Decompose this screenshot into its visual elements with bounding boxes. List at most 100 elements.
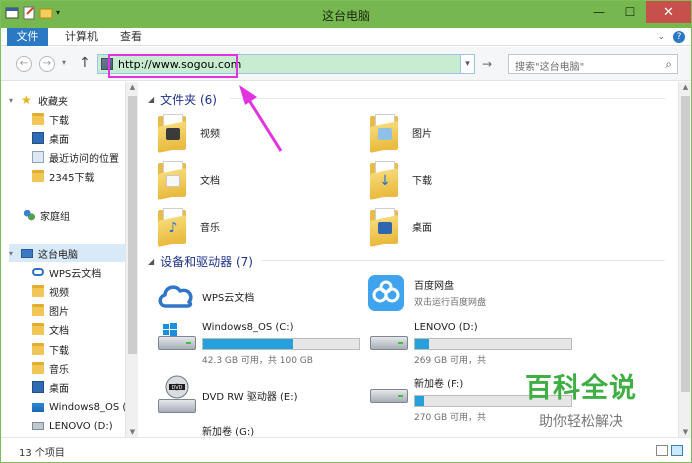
status-bar: 13 个项目	[1, 437, 691, 462]
drive-d[interactable]: LENOVO (D:) 269 GB 可用，共	[368, 320, 572, 366]
recent-locations-icon[interactable]: ▾	[62, 58, 66, 67]
sidebar-item-downloads-2[interactable]: 下载	[32, 340, 69, 358]
scroll-down-icon[interactable]: ▼	[679, 428, 691, 436]
view-switcher	[656, 445, 683, 456]
content-scroll-thumb[interactable]	[681, 96, 690, 392]
music-folder-icon: ♪	[158, 208, 186, 247]
watermark-subtitle: 助你轻松解决	[539, 414, 623, 430]
app-name: 百度网盘	[414, 281, 454, 292]
sidebar-item-favorites[interactable]: ▾ ★ 收藏夹	[9, 91, 68, 109]
sidebar-item-label: Windows8_OS (	[49, 401, 127, 413]
title-bar: ▾ 这台电脑 — ☐ ✕	[1, 1, 691, 28]
maximize-button[interactable]: ☐	[615, 1, 645, 23]
sidebar-item-documents[interactable]: 文档	[32, 320, 69, 338]
forward-button[interactable]: →	[39, 56, 55, 72]
tiles-view-icon[interactable]	[671, 445, 683, 456]
sidebar-item-downloads[interactable]: 下载	[32, 110, 69, 128]
sidebar-item-drive-d[interactable]: LENOVO (D:)	[32, 417, 113, 435]
help-icon[interactable]: ?	[673, 31, 685, 43]
watermark: 百科全说 助你轻松解决	[501, 366, 661, 436]
drive-size: 269 GB 可用，共	[414, 356, 487, 366]
tab-file[interactable]: 文件	[7, 28, 48, 46]
sidebar-item-desktop[interactable]: 桌面	[32, 129, 69, 147]
folder-videos[interactable]: 视频	[158, 109, 220, 155]
go-arrow-button[interactable]: →	[479, 56, 495, 72]
svg-text:DVD: DVD	[171, 385, 182, 391]
scroll-up-icon[interactable]: ▲	[126, 83, 139, 91]
group-title: 设备和驱动器 (7)	[160, 255, 253, 269]
folder-label: 视频	[200, 128, 220, 140]
sidebar-item-label: 2345下载	[49, 172, 95, 184]
address-history-dropdown[interactable]: ▾	[460, 55, 474, 73]
tab-view[interactable]: 查看	[120, 28, 142, 46]
folder-icon	[32, 323, 44, 335]
baidu-netdisk-item[interactable]: 百度网盘 双击运行百度网盘	[368, 275, 486, 315]
content-scrollbar[interactable]: ▲ ▼	[678, 82, 691, 437]
scroll-down-icon[interactable]: ▼	[126, 428, 139, 436]
video-folder-icon	[158, 114, 186, 153]
devices-group-header[interactable]: ◢ 设备和驱动器 (7)	[148, 253, 253, 270]
wps-cloud-item[interactable]: WPS云文档	[156, 278, 254, 318]
sidebar-item-label: 视频	[49, 287, 69, 299]
drive-c[interactable]: Windows8_OS (C:) 42.3 GB 可用，共 100 GB	[156, 320, 360, 366]
up-button[interactable]: ↑	[79, 55, 91, 71]
folder-label: 桌面	[412, 222, 432, 234]
sidebar-item-pictures[interactable]: 图片	[32, 301, 69, 319]
scroll-up-icon[interactable]: ▲	[679, 83, 691, 91]
search-icon[interactable]: ⌕	[665, 57, 672, 72]
folder-icon	[32, 343, 44, 355]
folder-pictures[interactable]: 图片	[370, 109, 432, 155]
sidebar-item-homegroup[interactable]: 家庭组	[23, 206, 70, 224]
drive-e-dvd[interactable]: DVD DVD RW 驱动器 (E:)	[156, 375, 298, 415]
sidebar-item-this-pc[interactable]: ▾ 这台电脑	[9, 244, 125, 262]
search-box[interactable]: 搜索"这台电脑" ⌕	[508, 54, 678, 74]
folder-documents[interactable]: 文档	[158, 156, 220, 202]
sidebar-item-label: 下载	[49, 115, 69, 127]
search-placeholder[interactable]: 搜索"这台电脑"	[515, 58, 584, 73]
sidebar-item-label: 图片	[49, 306, 69, 318]
folders-group-header[interactable]: ◢ 文件夹 (6)	[148, 91, 217, 108]
drive-g[interactable]: 新加卷 (G:)	[156, 417, 254, 438]
sidebar-scrollbar[interactable]: ▲ ▼	[125, 82, 138, 437]
sidebar-item-recent[interactable]: 最近访问的位置	[32, 148, 119, 166]
minimize-button[interactable]: —	[584, 1, 614, 23]
drive-usage-fill	[415, 339, 430, 349]
folder-icon	[32, 170, 44, 182]
app-name: WPS云文档	[202, 293, 255, 304]
collapse-arrow-icon[interactable]: ▾	[9, 96, 17, 105]
collapse-group-icon[interactable]: ◢	[148, 95, 154, 104]
folder-downloads[interactable]: ↓ 下载	[370, 156, 432, 202]
folder-label: 图片	[412, 128, 432, 140]
sidebar-item-2345-downloads[interactable]: 2345下载	[32, 167, 94, 185]
recent-icon	[32, 151, 44, 163]
sidebar-item-music[interactable]: 音乐	[32, 359, 69, 377]
details-view-icon[interactable]	[656, 445, 668, 456]
expand-ribbon-icon[interactable]: ⌄	[657, 32, 665, 42]
group-title: 文件夹 (6)	[160, 93, 217, 107]
item-count: 13 个项目	[19, 448, 65, 459]
sidebar-item-label: 桌面	[49, 383, 69, 395]
back-button[interactable]: ←	[16, 56, 32, 72]
sidebar-scroll-thumb[interactable]	[128, 96, 137, 354]
windows-drive-icon	[32, 402, 44, 412]
cloud-icon	[156, 278, 198, 318]
folder-music[interactable]: ♪ 音乐	[158, 203, 220, 249]
tab-computer[interactable]: 计算机	[65, 28, 98, 46]
dvd-drive-icon: DVD	[156, 375, 198, 415]
group-divider	[262, 260, 665, 261]
drive-icon	[32, 422, 44, 430]
close-button[interactable]: ✕	[646, 1, 691, 23]
sidebar-item-videos[interactable]: 视频	[32, 282, 69, 300]
folder-icon	[32, 304, 44, 316]
collapse-group-icon[interactable]: ◢	[148, 257, 154, 266]
sidebar-item-drive-c[interactable]: Windows8_OS (	[32, 398, 126, 416]
desktop-icon	[32, 381, 44, 393]
folder-desktop[interactable]: 桌面	[370, 203, 432, 249]
sidebar-item-label: LENOVO (D:)	[49, 420, 113, 432]
folder-label: 音乐	[200, 222, 220, 234]
sidebar-item-wps-cloud[interactable]: WPS云文档	[32, 263, 101, 281]
collapse-arrow-icon[interactable]: ▾	[9, 249, 17, 258]
sidebar-item-label: 收藏夹	[38, 96, 68, 108]
sidebar-item-label: WPS云文档	[49, 268, 102, 280]
sidebar-item-desktop-2[interactable]: 桌面	[32, 378, 69, 396]
